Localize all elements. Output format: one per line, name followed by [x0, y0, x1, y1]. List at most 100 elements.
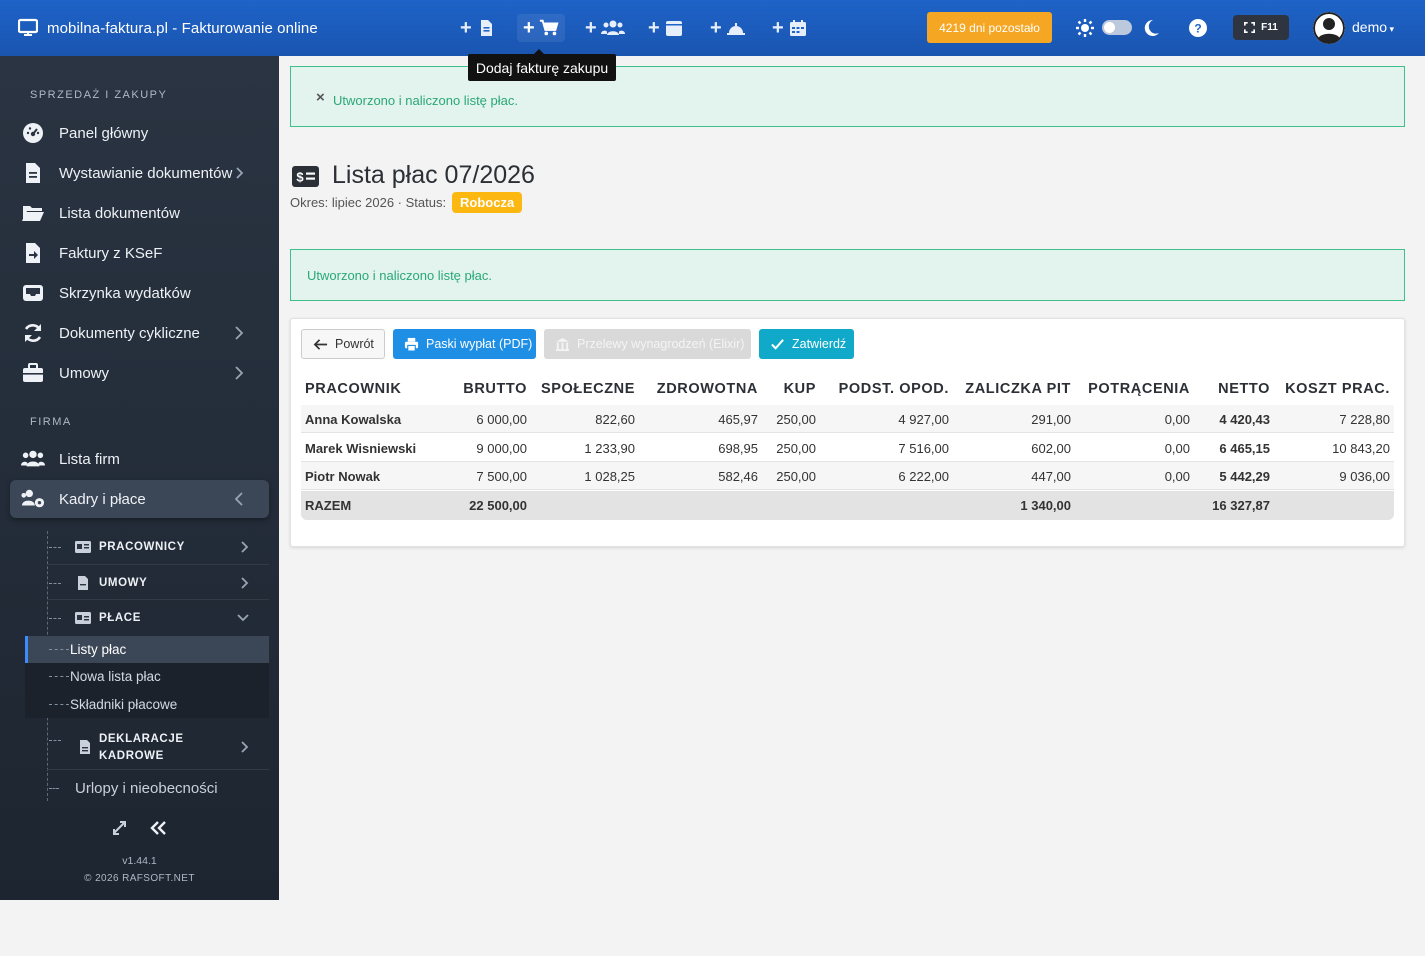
table-row[interactable]: Marek Wisniewski 9 000,00 1 233,90 698,95 25… — [301, 434, 1394, 462]
top-bar: mobilna-faktura.pl - Fakturowanie online… — [0, 0, 1425, 56]
brand[interactable]: mobilna-faktura.pl - Fakturowanie online — [18, 17, 318, 39]
salary-transfers-button[interactable]: Przelewy wynagrodzeń (Elixir) — [544, 329, 751, 359]
table-cell: 9 000,00 — [476, 441, 527, 456]
page-title: Lista płac 07/2026 — [332, 161, 535, 189]
col-pit: ZALICZKA PIT — [965, 381, 1071, 397]
sidebar-item-hr-payroll[interactable]: Kadry i płace — [10, 480, 269, 518]
table-row[interactable]: Piotr Nowak 7 500,00 1 028,25 582,46 250,00 6… — [301, 462, 1394, 490]
inbox-icon — [21, 281, 45, 305]
chevron-down-icon — [237, 614, 249, 622]
expand-arrows-icon[interactable] — [113, 821, 126, 835]
expand-icon — [1244, 22, 1256, 33]
app-version: v1.44.1 — [122, 855, 157, 867]
submenu-contracts[interactable]: UMOWY — [25, 566, 269, 600]
col-taxable-base: PODST. OPOD. — [838, 381, 949, 397]
add-contractor-button[interactable]: + — [585, 14, 625, 42]
submenu-employees[interactable]: PRACOWNICY — [25, 530, 269, 564]
days-left-badge[interactable]: 4219 dni pozostało — [927, 12, 1052, 43]
folder-icon — [21, 201, 45, 225]
monitor-icon — [18, 18, 38, 36]
sidebar-leaf-payroll-lists[interactable]: Listy płac — [25, 636, 269, 663]
total-pit: 1 340,00 — [1020, 498, 1071, 513]
table-cell: 250,00 — [776, 412, 816, 427]
col-net: NETTO — [1218, 381, 1270, 397]
sidebar-item-expenses-inbox[interactable]: Skrzynka wydatków — [10, 274, 269, 312]
sidebar-item-dashboard[interactable]: Panel główny — [10, 114, 269, 152]
table-total-row: RAZEM 22 500,00 1 340,00 16 327,87 — [301, 491, 1394, 520]
sidebar-leaf-payroll-components[interactable]: Składniki płacowe — [25, 691, 269, 718]
check-icon — [771, 338, 784, 350]
add-sales-invoice-button[interactable]: + — [460, 14, 496, 42]
table-cell: 602,00 — [1031, 441, 1071, 456]
sidebar-item-ksef[interactable]: Faktury z KSeF — [10, 234, 269, 272]
user-menu[interactable]: demo ▾ — [1352, 19, 1394, 35]
table-cell: 4 420,43 — [1219, 412, 1270, 427]
print-icon — [404, 337, 419, 352]
back-button[interactable]: Powrót — [301, 329, 385, 359]
table-cell: 0,00 — [1164, 469, 1190, 484]
file-contract-icon — [78, 576, 88, 590]
users-icon — [600, 20, 625, 35]
caret-down-icon: ▾ — [1387, 24, 1395, 34]
help-icon[interactable]: ? — [1188, 18, 1208, 38]
section-title-sales: SPRZEDAŻ I ZAKUPY — [30, 89, 168, 101]
money-card-icon — [75, 612, 91, 624]
col-health: ZDROWOTNA — [656, 381, 758, 397]
dashboard-icon — [21, 121, 45, 145]
users-cog-icon — [21, 487, 45, 511]
add-product-button[interactable]: + — [648, 14, 684, 42]
brand-title: mobilna-faktura.pl - Fakturowanie online — [47, 19, 318, 37]
chevron-right-icon — [241, 541, 249, 553]
file-icon — [80, 740, 90, 754]
table-row[interactable]: Anna Kowalska 6 000,00 822,60 465,97 250,00 4… — [301, 405, 1394, 433]
calendar-icon — [789, 20, 806, 36]
sidebar-item-documents-issue[interactable]: Wystawianie dokumentów — [10, 154, 269, 192]
bank-icon — [555, 337, 570, 351]
user-icon — [1313, 12, 1345, 44]
add-event-button[interactable]: + — [772, 14, 808, 42]
col-employee: PRACOWNIK — [305, 381, 402, 397]
fullscreen-button[interactable]: F11 — [1233, 15, 1289, 40]
bell-icon — [726, 23, 745, 35]
document-icon — [480, 20, 492, 36]
avatar[interactable] — [1313, 12, 1345, 44]
payslips-pdf-button[interactable]: Paski wypłat (PDF) — [393, 329, 536, 359]
add-service-button[interactable]: + — [710, 14, 746, 42]
table-cell: 4 927,00 — [898, 412, 949, 427]
tooltip: Dodaj fakturę zakupu — [468, 49, 616, 81]
table-cell: 698,95 — [718, 441, 758, 456]
sidebar-leaf-new-payroll[interactable]: Nowa lista płac — [25, 663, 269, 690]
table-cell: 465,97 — [718, 412, 758, 427]
submenu-payroll[interactable]: PŁACE — [25, 601, 269, 635]
chevron-right-icon — [241, 741, 249, 753]
sun-icon[interactable] — [1075, 18, 1095, 38]
chevron-right-icon — [241, 577, 249, 589]
sidebar-item-recurring[interactable]: Dokumenty cykliczne — [10, 314, 269, 352]
success-alert: × Utworzono i naliczono listę płac. — [290, 66, 1405, 127]
table-cell: 6 465,15 — [1219, 441, 1270, 456]
collapse-sidebar-icon[interactable] — [150, 821, 166, 835]
sidebar-item-leaves[interactable]: Urlopy i nieobecności — [75, 780, 218, 797]
col-social: SPOŁECZNE — [540, 381, 635, 397]
submenu-hr-declarations[interactable]: DEKLARACJE KADROWE — [25, 726, 269, 768]
sidebar-item-documents-list[interactable]: Lista dokumentów — [10, 194, 269, 232]
close-icon[interactable]: × — [316, 89, 325, 106]
sync-icon — [21, 321, 45, 345]
table-cell: 582,46 — [718, 469, 758, 484]
add-purchase-invoice-button[interactable]: + — [517, 14, 565, 42]
file-import-icon — [21, 241, 45, 265]
approve-button[interactable]: Zatwierdź — [759, 329, 854, 359]
table-cell: 10 843,20 — [1332, 441, 1390, 456]
table-cell: 1 233,90 — [584, 441, 635, 456]
period-label: Okres: lipiec 2026 · Status: — [290, 195, 447, 210]
sidebar-item-contracts[interactable]: Umowy — [10, 354, 269, 392]
briefcase-icon — [21, 361, 45, 385]
chevron-right-icon — [235, 366, 243, 380]
money-card-icon: $ — [292, 166, 319, 187]
theme-toggle[interactable] — [1102, 20, 1132, 35]
id-card-icon — [75, 541, 91, 553]
moon-icon[interactable] — [1141, 18, 1161, 38]
col-kup: KUP — [783, 381, 816, 397]
sidebar-item-companies[interactable]: Lista firm — [10, 440, 269, 478]
table-cell: 291,00 — [1031, 412, 1071, 427]
